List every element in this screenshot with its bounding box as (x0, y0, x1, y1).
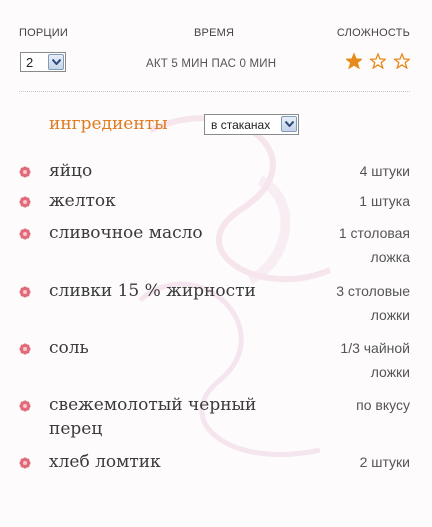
flower-bullet-icon (19, 343, 31, 355)
ingredients-title: ингредиенты (49, 114, 168, 134)
ingredient-quantity: 4 штуки (360, 159, 410, 183)
flower-bullet-icon (19, 286, 31, 298)
ingredient-name: сливки 15 % жирности (49, 279, 256, 303)
ingredient-quantity: 3 столовые ложки (336, 279, 410, 327)
ingredient-name-line: соль (49, 338, 89, 358)
ingredient-quantity: по вкусу (356, 393, 410, 417)
flower-bullet-icon (19, 196, 31, 208)
star-outline-icon (394, 53, 410, 69)
ingredient-quantity: 2 штуки (360, 450, 410, 474)
ingredient-quantity-line: 1 штука (359, 193, 410, 209)
time-label: ВРЕМЯ (194, 27, 235, 39)
ingredient-quantity-line: по вкусу (356, 397, 410, 413)
units-select[interactable]: в стаканах (204, 114, 299, 135)
ingredient-quantity-line: 2 штуки (359, 454, 410, 470)
flower-bullet-icon (19, 228, 31, 240)
ingredient-quantity-line: 1 столовая (338, 225, 410, 241)
star-filled-icon (346, 53, 362, 69)
flower-bullet-icon (19, 457, 31, 469)
flower-bullet-icon (19, 166, 31, 178)
ingredient-quantity-line: 4 штуки (359, 163, 410, 179)
ingredient-name: хлеб ломтик (49, 450, 161, 474)
difficulty-label: СЛОЖНОСТЬ (336, 27, 410, 39)
recipe-meta: ПОРЦИИ ВРЕМЯ СЛОЖНОСТЬ 2 АКТ 5 МИН ПАС 0… (0, 0, 432, 95)
portions-select[interactable]: 2 (20, 52, 66, 72)
ingredient-quantity-line: 3 столовые (336, 283, 410, 299)
divider (19, 91, 410, 92)
ingredient-name-line: яйцо (49, 161, 93, 181)
time-value: АКТ 5 МИН ПАС 0 МИН (146, 58, 277, 70)
ingredient-name: сливочное масло (49, 221, 203, 245)
chevron-down-icon[interactable] (48, 54, 64, 70)
star-outline-icon (370, 53, 386, 69)
portions-select-value: 2 (26, 55, 34, 70)
ingredient-name-line: сливочное масло (49, 223, 203, 243)
flower-bullet-icon (19, 400, 31, 412)
ingredient-name-line: хлеб ломтик (49, 452, 161, 472)
ingredient-quantity-line: ложка (370, 249, 410, 265)
ingredient-quantity-line: ложки (370, 364, 410, 380)
ingredient-name: соль (49, 336, 89, 360)
chevron-down-icon[interactable] (281, 116, 297, 132)
ingredient-name: свежемолотый черный перец (49, 393, 256, 441)
ingredient-name-line: сливки 15 % жирности (49, 281, 256, 301)
ingredient-quantity-line: 1/3 чайной (340, 340, 410, 356)
difficulty-stars (346, 53, 410, 69)
ingredient-name: желток (49, 189, 116, 213)
ingredient-quantity: 1/3 чайной ложки (340, 336, 410, 384)
ingredient-name: яйцо (49, 159, 92, 183)
ingredient-quantity: 1 штука (359, 189, 410, 213)
ingredient-quantity-line: ложки (370, 307, 410, 323)
ingredient-name-line: перец (49, 419, 103, 439)
units-select-value: в стаканах (211, 118, 271, 132)
ingredient-name-line: свежемолотый черный (49, 395, 257, 415)
ingredient-quantity: 1 столовая ложка (339, 221, 410, 269)
ingredient-name-line: желток (49, 191, 116, 211)
portions-label: ПОРЦИИ (19, 27, 68, 39)
